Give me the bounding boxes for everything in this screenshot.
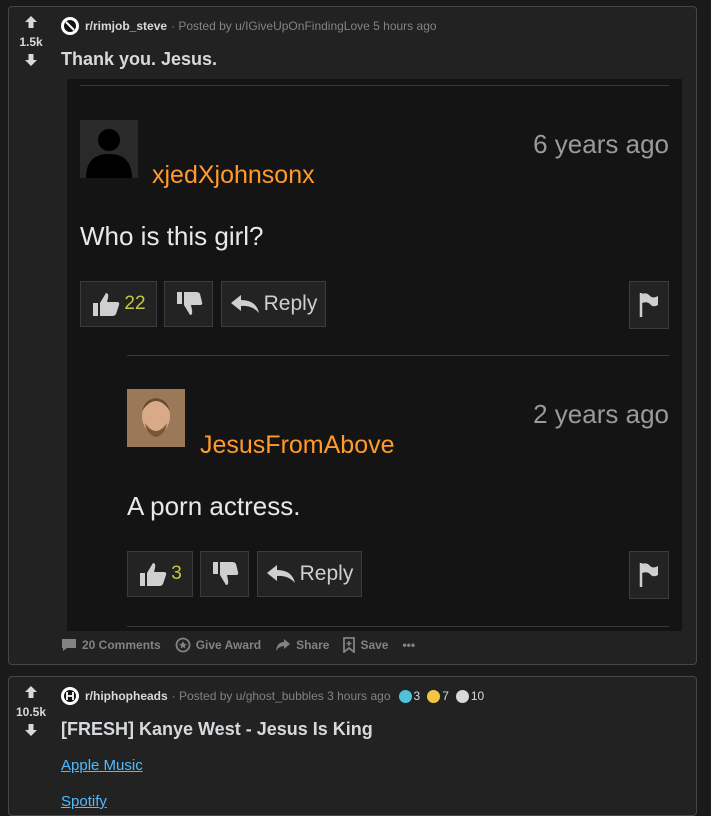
give-award-label: Give Award: [195, 638, 262, 652]
post-meta: r/rimjob_steve · Posted by u/IGiveUpOnFi…: [61, 17, 437, 35]
subreddit-icon[interactable]: [61, 17, 79, 35]
subreddit-link[interactable]: r/hiphopheads: [85, 689, 168, 703]
comment-username: JesusFromAbove: [200, 431, 395, 459]
thumbs-up-icon: [93, 293, 120, 316]
award-count: 3: [413, 689, 421, 703]
comment-text: A porn actress.: [127, 491, 301, 521]
vote-column: 1.5k: [9, 7, 53, 67]
vote-column: 10.5k: [9, 677, 53, 737]
coin-award-icon: [455, 689, 469, 703]
comment-time: 6 years ago: [533, 129, 669, 159]
share-button[interactable]: Share: [275, 638, 329, 652]
post-card[interactable]: 10.5k r/hiphopheads · Posted by u/ghost_…: [8, 676, 697, 816]
dislike-button: [164, 281, 213, 327]
comment-time: 2 years ago: [533, 399, 669, 429]
reply-button: Reply: [221, 281, 326, 327]
share-label: Share: [296, 638, 330, 652]
like-button: 3: [127, 551, 193, 597]
comments-button[interactable]: 20 Comments: [61, 638, 161, 652]
avatar: [127, 389, 185, 447]
subreddit-icon[interactable]: [61, 687, 79, 705]
thumbs-up-icon: [140, 563, 167, 586]
reply-icon: [230, 295, 259, 313]
downvote-icon[interactable]: [24, 53, 38, 67]
reply-label: Reply: [299, 562, 354, 585]
avatar: [80, 120, 138, 178]
like-count: 3: [171, 563, 182, 584]
reply-label: Reply: [263, 292, 318, 315]
vote-score: 10.5k: [15, 705, 47, 719]
posted-by: · Posted by u/ghost_bubbles 3 hours ago: [171, 689, 391, 703]
more-options-button[interactable]: •••: [402, 638, 415, 652]
flag-button: [629, 281, 669, 329]
flag-button: [629, 551, 669, 599]
divider: [80, 85, 669, 86]
comment-text: Who is this girl?: [80, 221, 264, 251]
post-card[interactable]: 1.5k r/rimjob_steve · Posted by u/IGiveU…: [8, 6, 697, 665]
reply-icon: [266, 565, 295, 583]
spotify-link[interactable]: Spotify: [61, 793, 107, 810]
silver-award-icon: [398, 689, 412, 703]
flag-icon: [639, 563, 658, 587]
thumbs-down-icon: [176, 292, 202, 315]
posted-by: · Posted by u/IGiveUpOnFindingLove 5 hou…: [171, 19, 437, 33]
upvote-icon[interactable]: [24, 685, 38, 699]
comment-username: xjedXjohnsonx: [152, 161, 315, 189]
post-meta: r/hiphopheads · Posted by u/ghost_bubble…: [61, 687, 484, 705]
thumbs-down-icon: [212, 562, 238, 585]
award-icon: [175, 637, 191, 653]
give-award-button[interactable]: Give Award: [175, 637, 261, 653]
downvote-icon[interactable]: [24, 723, 38, 737]
gold-award-icon: [427, 689, 441, 703]
share-icon: [276, 639, 291, 651]
flag-icon: [639, 293, 658, 317]
subreddit-link[interactable]: r/rimjob_steve: [85, 19, 167, 33]
award-count: 7: [442, 689, 449, 703]
reply-button: Reply: [257, 551, 362, 597]
upvote-icon[interactable]: [24, 15, 38, 29]
post-actions: 20 Comments Give Award Share Save •••: [61, 637, 415, 653]
divider: [127, 355, 669, 356]
more-icon: •••: [402, 638, 416, 652]
apple-music-link[interactable]: Apple Music: [61, 757, 143, 774]
save-button[interactable]: Save: [343, 637, 388, 653]
save-label: Save: [360, 638, 389, 652]
bookmark-icon: [343, 637, 356, 653]
awards[interactable]: 3 7 10: [398, 689, 485, 703]
post-title[interactable]: [FRESH] Kanye West - Jesus Is King: [61, 719, 373, 740]
like-button: 22: [80, 281, 157, 327]
comments-label: 20 Comments: [82, 638, 161, 652]
like-count: 22: [124, 293, 146, 314]
dislike-button: [200, 551, 249, 597]
post-title[interactable]: Thank you. Jesus.: [61, 49, 217, 70]
comment-icon: [62, 639, 76, 651]
post-image[interactable]: xjedXjohnsonx 6 years ago Who is this gi…: [67, 79, 682, 631]
divider: [127, 626, 669, 627]
award-count: 10: [470, 689, 485, 703]
vote-score: 1.5k: [19, 35, 43, 49]
